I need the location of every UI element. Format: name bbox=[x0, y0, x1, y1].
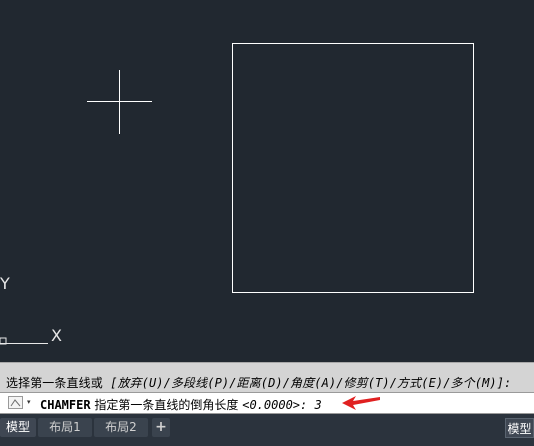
plus-icon: + bbox=[155, 419, 167, 435]
model-space-button[interactable]: 模型 bbox=[505, 418, 534, 438]
tab-layout2-label: 布局2 bbox=[105, 420, 137, 434]
history-options: [放弃(U)/多段线(P)/距离(D)/角度(A)/修剪(T)/方式(E)/多个… bbox=[102, 376, 512, 390]
command-name: CHAMFER bbox=[40, 398, 91, 412]
canvas-svg bbox=[0, 43, 474, 345]
command-input[interactable]: CHAMFER 指定第一条直线的倒角长度 <0.0000>: 3 bbox=[40, 396, 322, 413]
tab-model[interactable]: 模型 bbox=[0, 418, 36, 437]
command-line[interactable]: ▾ CHAMFER 指定第一条直线的倒角长度 <0.0000>: 3 bbox=[0, 392, 534, 414]
red-arrow-annotation bbox=[342, 396, 380, 410]
tab-layout1-label: 布局1 bbox=[49, 420, 81, 434]
crosshair-cursor bbox=[87, 70, 152, 134]
ucs-y-label: Y bbox=[0, 274, 10, 293]
command-prompt: 指定第一条直线的倒角长度 bbox=[90, 398, 243, 412]
model-space-label: 模型 bbox=[507, 422, 532, 436]
command-customize-icon[interactable] bbox=[8, 396, 24, 410]
history-prompt: 选择第一条直线或 bbox=[6, 376, 103, 390]
command-history: 选择第一条直线或 [放弃(U)/多段线(P)/距离(D)/角度(A)/修剪(T)… bbox=[0, 362, 534, 392]
command-typed-value: 3 bbox=[307, 398, 322, 412]
add-layout-button[interactable]: + bbox=[152, 418, 170, 437]
rectangle-entity[interactable] bbox=[232, 43, 474, 293]
ucs-icon bbox=[0, 337, 48, 345]
command-history-text: 选择第一条直线或 [放弃(U)/多段线(P)/距离(D)/角度(A)/修剪(T)… bbox=[6, 374, 511, 391]
ucs-x-label: X bbox=[51, 326, 62, 345]
tab-layout1[interactable]: 布局1 bbox=[38, 418, 92, 437]
chevron-down-icon[interactable]: ▾ bbox=[27, 398, 35, 406]
layout-tabbar: 模型 布局1 布局2 + bbox=[0, 414, 534, 446]
tab-layout2[interactable]: 布局2 bbox=[94, 418, 148, 437]
command-default: <0.0000>: bbox=[242, 398, 308, 412]
drawing-canvas[interactable]: Y X bbox=[0, 0, 534, 362]
tab-model-label: 模型 bbox=[5, 420, 30, 434]
